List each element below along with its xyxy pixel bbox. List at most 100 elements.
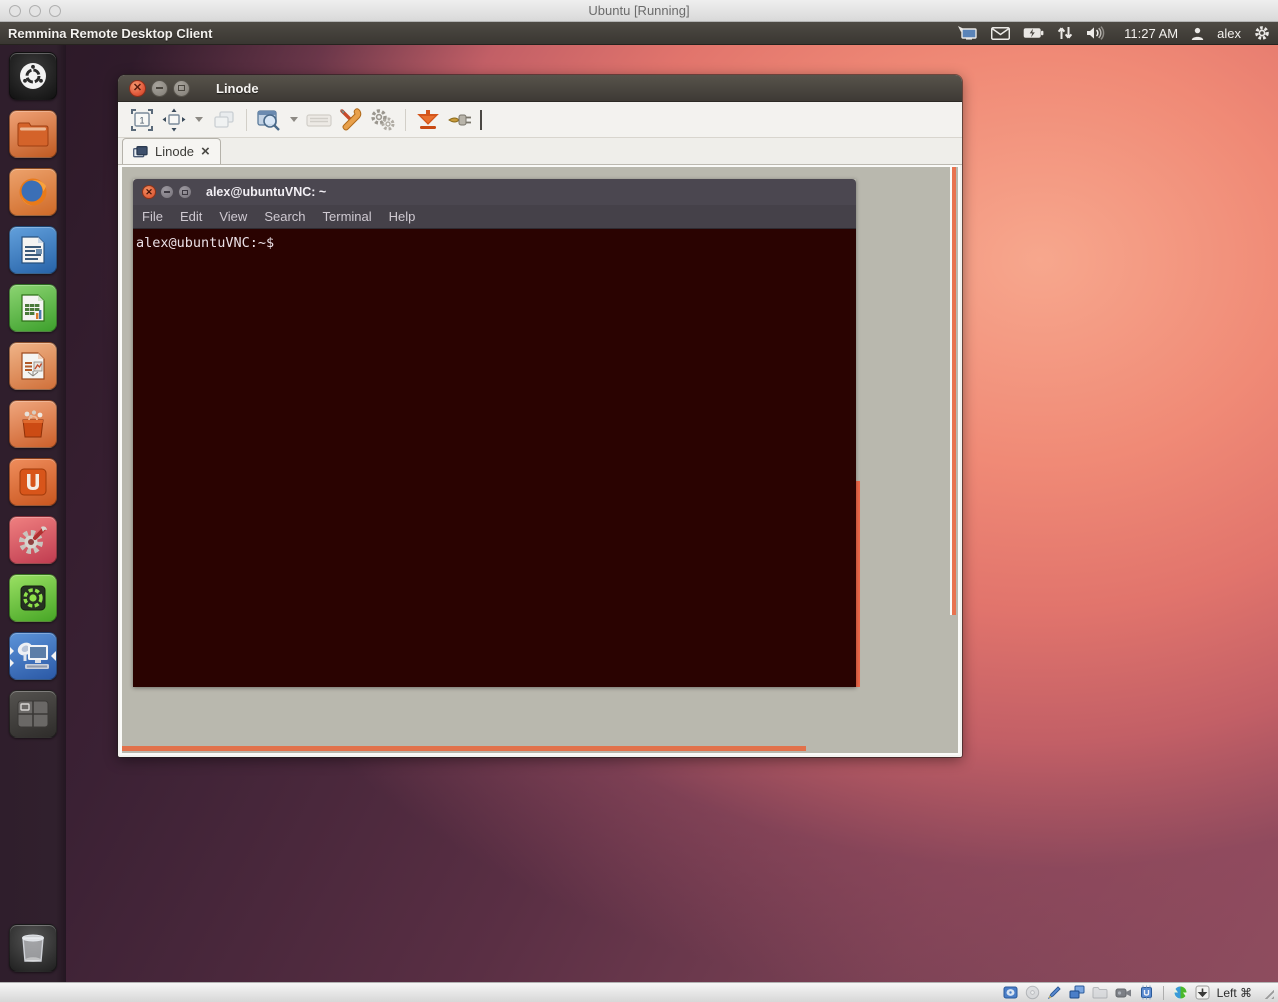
terminal-titlebar[interactable]: ✕ alex@ubuntuVNC: ~ — [133, 179, 856, 205]
launcher-item-trash[interactable] — [9, 924, 57, 972]
maximize-icon[interactable] — [173, 80, 190, 97]
close-icon[interactable]: ✕ — [129, 80, 146, 97]
pen-icon[interactable] — [1047, 985, 1062, 1000]
minimize-icon[interactable] — [160, 185, 174, 199]
remote-wallpaper-stripe — [122, 746, 806, 751]
focused-indicator-arrow — [51, 651, 56, 661]
minimize-icon[interactable] — [151, 80, 168, 97]
magnifier-window-button[interactable] — [253, 106, 285, 134]
mouse-text-cursor — [480, 110, 482, 130]
chip-icon[interactable] — [1139, 985, 1154, 1000]
launcher-item-libreoffice-calc[interactable] — [9, 284, 57, 332]
session-gear-icon[interactable] — [1254, 25, 1270, 41]
statusbar-separator — [1163, 986, 1164, 1000]
windows-stack-icon[interactable] — [1069, 985, 1085, 1000]
resize-grip[interactable] — [1261, 986, 1274, 999]
close-icon[interactable]: ✕ — [142, 185, 156, 199]
duplicate-connection-button[interactable] — [208, 106, 240, 134]
launcher-item-software-updater[interactable] — [9, 574, 57, 622]
workspace-switcher-icon — [16, 699, 50, 729]
mail-icon[interactable] — [991, 27, 1010, 40]
battery-icon[interactable] — [1023, 27, 1044, 39]
magnifier-window-icon — [256, 108, 282, 132]
scale-mode-button[interactable] — [158, 106, 190, 134]
mouse-integration-icon[interactable] — [1173, 985, 1188, 1000]
launcher-item-workspace-switcher[interactable] — [9, 690, 57, 738]
remmina-titlebar[interactable]: ✕ Linode — [118, 75, 962, 102]
launcher-item-system-settings[interactable] — [9, 516, 57, 564]
menu-file[interactable]: File — [142, 209, 163, 224]
tools-button[interactable] — [335, 106, 367, 134]
vm-window-title: Ubuntu [Running] — [0, 3, 1278, 18]
remote-desktop-viewport[interactable]: ✕ alex@ubuntuVNC: ~ File Edit View Searc… — [120, 165, 960, 755]
keyboard-grab-icon — [306, 108, 332, 132]
terminal-title: alex@ubuntuVNC: ~ — [206, 185, 326, 199]
network-sync-icon[interactable] — [1057, 26, 1073, 40]
duplicate-connection-icon — [212, 108, 236, 132]
keyboard-grab-button[interactable] — [303, 106, 335, 134]
remote-desktop-indicator-icon[interactable] — [956, 25, 978, 41]
user-icon[interactable] — [1191, 27, 1204, 40]
tab-close-icon[interactable]: × — [201, 144, 210, 159]
fullscreen-button[interactable]: 1 — [126, 106, 158, 134]
tab-linode[interactable]: Linode × — [122, 138, 221, 164]
disconnect-button[interactable] — [444, 106, 476, 134]
chevron-down-icon[interactable] — [290, 117, 298, 122]
remmina-tabbar: Linode × — [118, 138, 962, 165]
tab-label: Linode — [155, 144, 194, 159]
minimize-tray-button[interactable] — [412, 106, 444, 134]
system-settings-icon — [17, 524, 49, 556]
launcher-item-remmina[interactable] — [9, 632, 57, 680]
terminal-menubar: File Edit View Search Terminal Help — [133, 205, 856, 229]
menu-edit[interactable]: Edit — [180, 209, 202, 224]
video-camera-icon[interactable] — [1115, 987, 1132, 999]
ubuntu-top-panel: Remmina Remote Desktop Client — [0, 22, 1278, 45]
host-key-label: Left ⌘ — [1217, 986, 1252, 1000]
volume-icon[interactable] — [1086, 26, 1105, 40]
files-folder-icon — [16, 120, 50, 148]
gears-settings-icon — [369, 108, 397, 132]
running-indicator-arrow — [10, 647, 14, 655]
ubuntu-one-icon — [17, 466, 49, 498]
gears-settings-button[interactable] — [367, 106, 399, 134]
shared-folder-icon[interactable] — [1092, 986, 1108, 999]
launcher-item-files[interactable] — [9, 110, 57, 158]
hard-disk-icon[interactable] — [1003, 985, 1018, 1000]
launcher-item-dash[interactable] — [9, 52, 57, 100]
unity-launcher — [0, 45, 66, 982]
keyboard-capture-icon[interactable] — [1195, 985, 1210, 1000]
optical-disc-icon[interactable] — [1025, 985, 1040, 1000]
remote-wallpaper-stripe — [950, 167, 956, 615]
menu-terminal[interactable]: Terminal — [323, 209, 372, 224]
vbox-statusbar: Left ⌘ — [0, 982, 1278, 1002]
launcher-item-libreoffice-writer[interactable] — [9, 226, 57, 274]
firefox-icon — [17, 176, 49, 208]
remmina-window: ✕ Linode 1 — [118, 75, 962, 757]
menu-help[interactable]: Help — [389, 209, 416, 224]
libreoffice-calc-icon — [20, 293, 46, 323]
disconnect-plug-icon — [447, 109, 473, 131]
software-updater-icon — [17, 582, 49, 614]
launcher-item-libreoffice-impress[interactable] — [9, 342, 57, 390]
remmina-toolbar: 1 — [118, 102, 962, 138]
window-title: Linode — [216, 81, 259, 96]
running-indicator-arrow — [10, 659, 14, 667]
launcher-item-firefox[interactable] — [9, 168, 57, 216]
maximize-icon[interactable] — [178, 185, 192, 199]
fullscreen-icon: 1 — [130, 108, 154, 132]
menu-view[interactable]: View — [219, 209, 247, 224]
shell-prompt: alex@ubuntuVNC:~$ — [136, 235, 274, 251]
libreoffice-writer-icon — [20, 235, 46, 265]
chevron-down-icon[interactable] — [195, 117, 203, 122]
dash-home-icon — [18, 61, 48, 91]
remote-terminal-window[interactable]: ✕ alex@ubuntuVNC: ~ File Edit View Searc… — [133, 179, 856, 687]
ubuntu-software-center-icon — [17, 408, 49, 440]
username-label[interactable]: alex — [1217, 26, 1241, 41]
libreoffice-impress-icon — [20, 351, 46, 381]
menu-search[interactable]: Search — [264, 209, 305, 224]
minimize-tray-icon — [416, 108, 440, 132]
terminal-body[interactable]: alex@ubuntuVNC:~$ — [133, 229, 856, 687]
launcher-item-software-center[interactable] — [9, 400, 57, 448]
launcher-item-ubuntu-one[interactable] — [9, 458, 57, 506]
clock[interactable]: 11:27 AM — [1124, 26, 1178, 41]
